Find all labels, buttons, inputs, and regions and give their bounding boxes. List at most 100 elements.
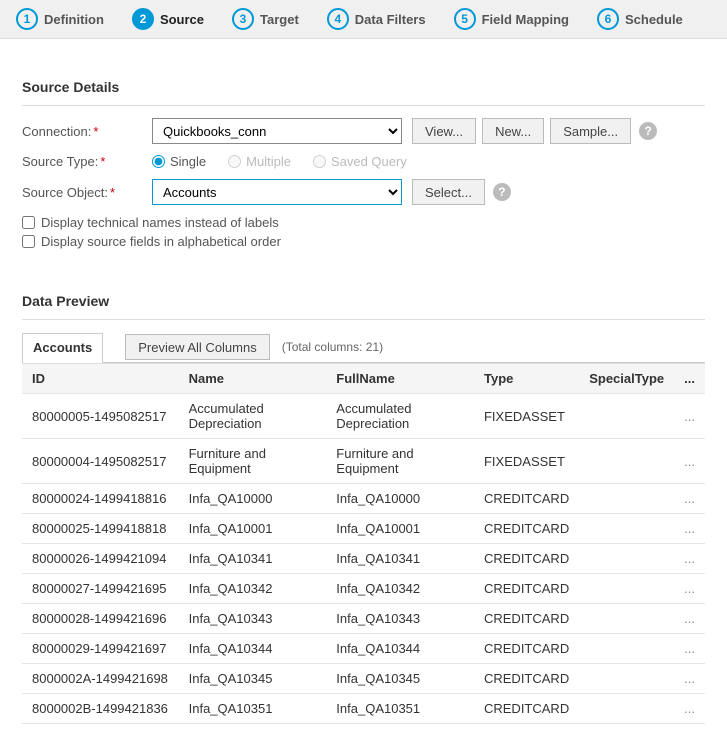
table-cell: 80000028-1499421696 (22, 604, 179, 634)
table-cell: CREDITCARD (474, 544, 579, 574)
connection-label: Connection:* (22, 124, 152, 139)
help-icon[interactable]: ? (639, 122, 657, 140)
table-cell: Infa_QA10342 (179, 574, 327, 604)
table-cell: 80000025-1499418818 (22, 514, 179, 544)
column-header[interactable]: SpecialType (579, 364, 674, 394)
radio-multiple (228, 155, 241, 168)
table-cell: ... (674, 574, 705, 604)
data-preview-table: IDNameFullNameTypeSpecialType... 8000000… (22, 362, 705, 724)
table-cell (579, 394, 674, 439)
help-icon[interactable]: ? (493, 183, 511, 201)
column-header[interactable]: FullName (326, 364, 474, 394)
table-cell: CREDITCARD (474, 604, 579, 634)
table-cell: CREDITCARD (474, 574, 579, 604)
table-cell: 80000005-1495082517 (22, 394, 179, 439)
step-number: 2 (132, 8, 154, 30)
tab-accounts[interactable]: Accounts (22, 333, 103, 363)
step-number: 4 (327, 8, 349, 30)
step-data-filters[interactable]: 4 Data Filters (327, 8, 426, 30)
table-row[interactable]: 80000005-1495082517Accumulated Depreciat… (22, 394, 705, 439)
table-cell: ... (674, 694, 705, 724)
table-cell: ... (674, 604, 705, 634)
table-cell: ... (674, 394, 705, 439)
view-button[interactable]: View... (412, 118, 476, 144)
table-cell: Infa_QA10000 (326, 484, 474, 514)
source-type-single[interactable]: Single (152, 154, 206, 169)
select-button[interactable]: Select... (412, 179, 485, 205)
step-definition[interactable]: 1Definition (16, 8, 104, 30)
table-row[interactable]: 80000028-1499421696Infa_QA10343Infa_QA10… (22, 604, 705, 634)
table-cell: FIXEDASSET (474, 439, 579, 484)
table-row[interactable]: 80000025-1499418818Infa_QA10001Infa_QA10… (22, 514, 705, 544)
table-cell (579, 514, 674, 544)
table-cell: Infa_QA10001 (179, 514, 327, 544)
new-button[interactable]: New... (482, 118, 544, 144)
table-cell (579, 664, 674, 694)
table-cell: Infa_QA10341 (179, 544, 327, 574)
table-cell: Infa_QA10343 (179, 604, 327, 634)
table-cell: Accumulated Depreciation (326, 394, 474, 439)
table-row[interactable]: 80000027-1499421695Infa_QA10342Infa_QA10… (22, 574, 705, 604)
step-number: 3 (232, 8, 254, 30)
step-label: Source (160, 12, 204, 27)
table-cell: Infa_QA10345 (179, 664, 327, 694)
table-cell: CREDITCARD (474, 664, 579, 694)
table-cell: Infa_QA10343 (326, 604, 474, 634)
preview-all-columns-button[interactable]: Preview All Columns (125, 334, 270, 360)
table-cell: ... (674, 634, 705, 664)
source-type-multiple: Multiple (228, 154, 291, 169)
table-cell: Infa_QA10341 (326, 544, 474, 574)
step-number: 5 (454, 8, 476, 30)
table-cell: CREDITCARD (474, 694, 579, 724)
table-row[interactable]: 8000002B-1499421836Infa_QA10351Infa_QA10… (22, 694, 705, 724)
source-object-select[interactable]: Accounts (152, 179, 402, 205)
table-row[interactable]: 80000024-1499418816Infa_QA10000Infa_QA10… (22, 484, 705, 514)
wizard-steps: 1Definition 2 Source 3Target 4 Data Filters 5F… (0, 0, 727, 39)
divider (22, 319, 705, 320)
table-cell: Infa_QA10342 (326, 574, 474, 604)
table-cell: Infa_QA10351 (179, 694, 327, 724)
table-cell (579, 604, 674, 634)
table-cell: 80000026-1499421094 (22, 544, 179, 574)
column-header[interactable]: Name (179, 364, 327, 394)
table-cell: Furniture and Equipment (179, 439, 327, 484)
table-cell: 80000024-1499418816 (22, 484, 179, 514)
table-cell: ... (674, 439, 705, 484)
table-row[interactable]: 80000029-1499421697Infa_QA10344Infa_QA10… (22, 634, 705, 664)
table-cell: Infa_QA10344 (326, 634, 474, 664)
step-field-mapping[interactable]: 5 Field Mapping (454, 8, 569, 30)
display-technical-checkbox[interactable] (22, 216, 35, 229)
table-cell (579, 694, 674, 724)
table-row[interactable]: 80000026-1499421094Infa_QA10341Infa_QA10… (22, 544, 705, 574)
column-header[interactable]: Type (474, 364, 579, 394)
table-cell: Infa_QA10000 (179, 484, 327, 514)
step-label: Definition (44, 12, 104, 27)
table-cell: FIXEDASSET (474, 394, 579, 439)
table-cell: Accumulated Depreciation (179, 394, 327, 439)
connection-select[interactable]: Quickbooks_conn (152, 118, 402, 144)
column-header[interactable]: ... (674, 364, 705, 394)
step-source[interactable]: 2 Source (132, 8, 204, 30)
table-cell: Infa_QA10001 (326, 514, 474, 544)
table-cell: CREDITCARD (474, 634, 579, 664)
table-row[interactable]: 80000004-1495082517Furniture and Equipme… (22, 439, 705, 484)
table-cell: CREDITCARD (474, 514, 579, 544)
step-label: Field Mapping (482, 12, 569, 27)
step-schedule[interactable]: 6Schedule (597, 8, 683, 30)
table-row[interactable]: 8000002A-1499421698Infa_QA10345Infa_QA10… (22, 664, 705, 694)
column-header[interactable]: ID (22, 364, 179, 394)
step-label: Data Filters (355, 12, 426, 27)
table-cell (579, 634, 674, 664)
sample-button[interactable]: Sample... (550, 118, 631, 144)
table-cell: ... (674, 484, 705, 514)
table-cell: Infa_QA10344 (179, 634, 327, 664)
source-type-saved-query: Saved Query (313, 154, 407, 169)
display-technical-label: Display technical names instead of label… (41, 215, 279, 230)
total-columns-text: (Total columns: 21) (282, 340, 383, 354)
step-target[interactable]: 3Target (232, 8, 299, 30)
table-cell: ... (674, 664, 705, 694)
table-cell (579, 544, 674, 574)
table-cell: 8000002A-1499421698 (22, 664, 179, 694)
radio-single[interactable] (152, 155, 165, 168)
display-alphabetical-checkbox[interactable] (22, 235, 35, 248)
